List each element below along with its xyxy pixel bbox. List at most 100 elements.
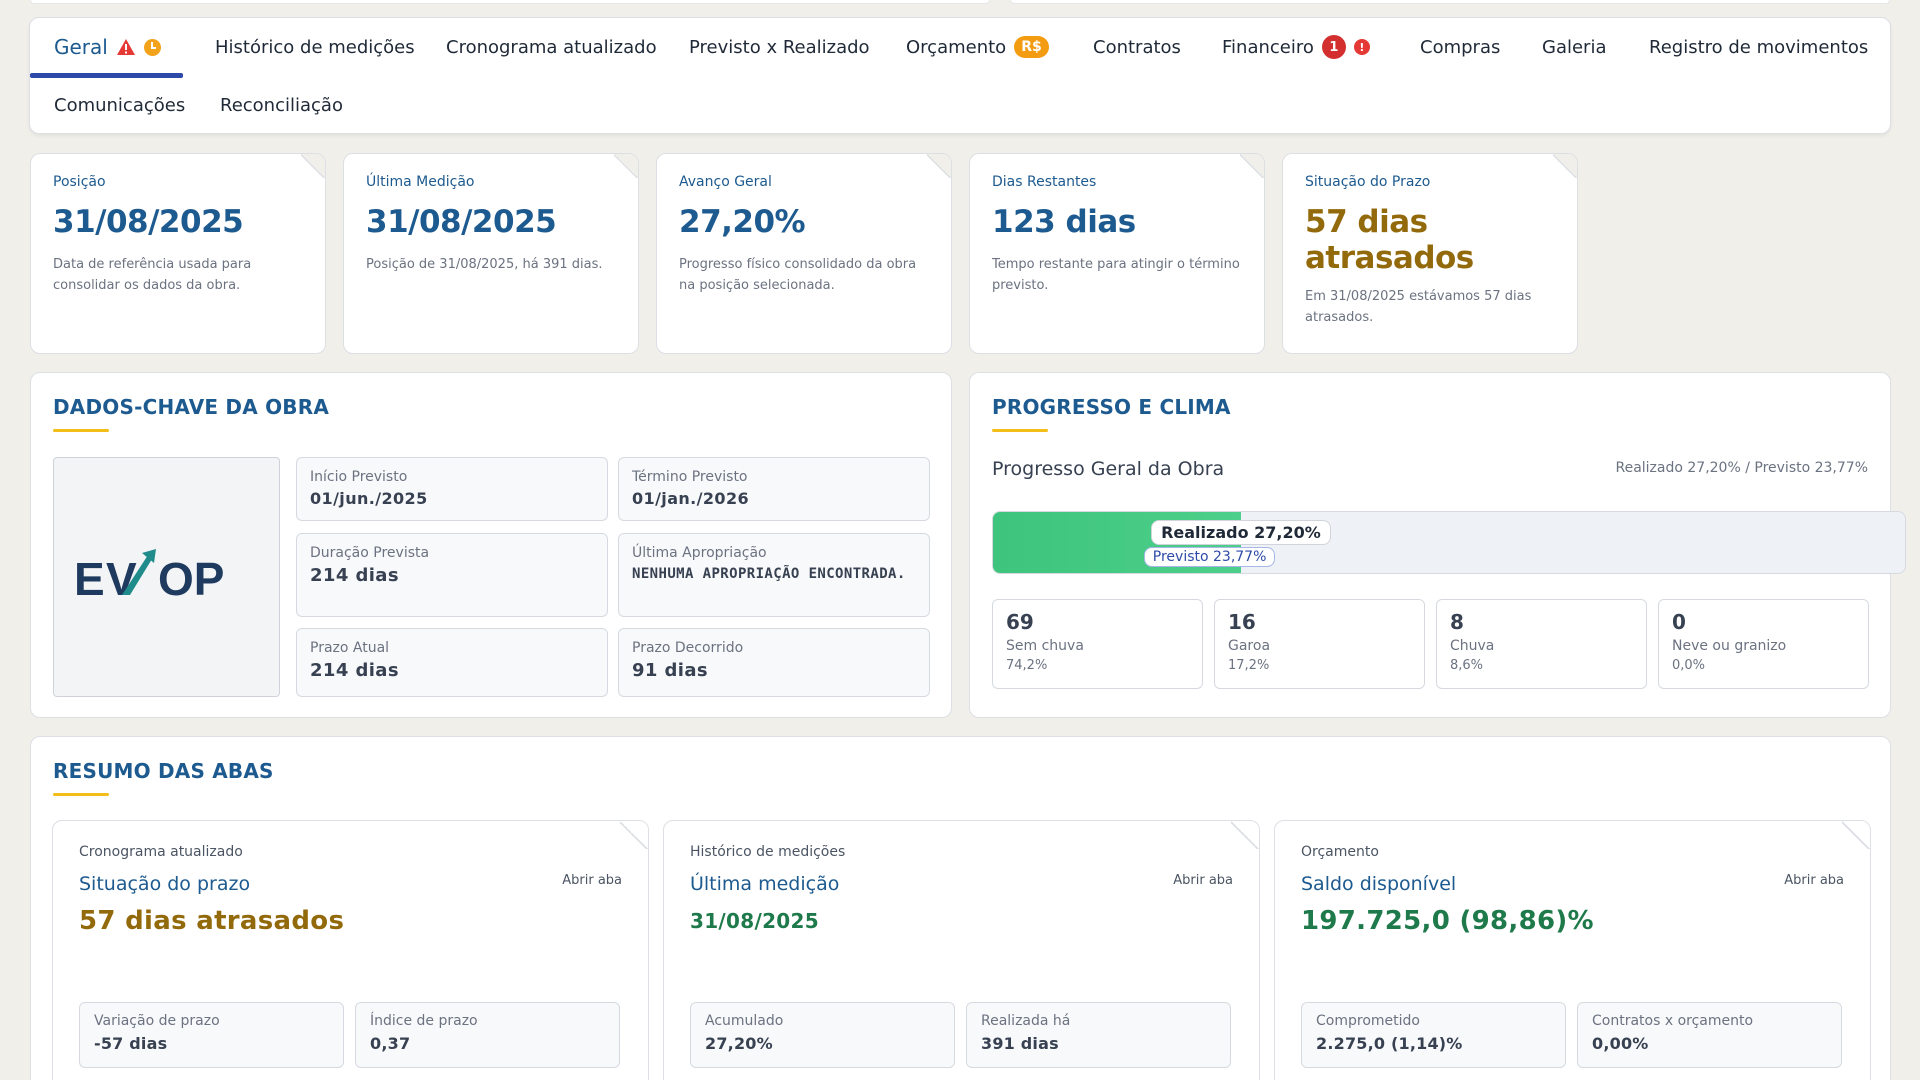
tab-label: Geral: [54, 35, 108, 59]
kpi-value: 123 dias: [992, 204, 1136, 240]
card-title: Saldo disponível: [1301, 873, 1457, 895]
dados-chave-panel: DADOS-CHAVE DA OBRA E V OP EV OP Início P…: [30, 372, 952, 718]
tab-registro-movimentos[interactable]: Registro de movimentos: [1649, 18, 1868, 76]
mini-value: -57 dias: [94, 1034, 168, 1053]
currency-badge: R$: [1014, 36, 1049, 58]
top-card-stub-left: [30, 0, 990, 4]
mini-value: 391 dias: [981, 1034, 1059, 1053]
mini-label: Índice de prazo: [370, 1013, 478, 1029]
mini-label: Comprometido: [1316, 1013, 1420, 1029]
mini-indice-prazo: Índice de prazo 0,37: [355, 1002, 620, 1068]
resumo-card-medicoes[interactable]: Histórico de medições Última medição Abr…: [663, 820, 1260, 1080]
field-value: 01/jun./2025: [310, 489, 428, 508]
mini-label: Variação de prazo: [94, 1013, 220, 1029]
tab-previsto-realizado[interactable]: Previsto x Realizado: [689, 18, 870, 76]
svg-text:OP: OP: [158, 553, 224, 605]
card-title: Última medição: [690, 873, 840, 895]
field-label: Início Previsto: [310, 469, 408, 485]
card-category: Cronograma atualizado: [79, 844, 243, 860]
svg-text:E: E: [74, 553, 104, 605]
alert-icon: !: [1353, 39, 1370, 55]
kpi-value: 27,20%: [679, 204, 806, 240]
field-label: Término Previsto: [632, 469, 748, 485]
tab-cronograma-atualizado[interactable]: Cronograma atualizado: [446, 18, 657, 76]
clima-name: Chuva: [1450, 638, 1495, 654]
panel-title: PROGRESSO E CLIMA: [992, 395, 1231, 419]
field-value: NENHUMA APROPRIAÇÃO ENCONTRADA.: [632, 566, 906, 582]
mini-comprometido: Comprometido 2.275,0 (1,14)%: [1301, 1002, 1566, 1068]
kpi-label: Última Medição: [366, 174, 475, 190]
clima-chuva: 8 Chuva 8,6%: [1436, 599, 1647, 689]
title-underline: [53, 793, 109, 796]
kpi-label: Avanço Geral: [679, 174, 772, 190]
clima-neve-granizo: 0 Neve ou granizo 0,0%: [1658, 599, 1869, 689]
kpi-description: Tempo restante para atingir o término pr…: [992, 257, 1240, 293]
mini-value: 0,00%: [1592, 1034, 1649, 1053]
panel-title: DADOS-CHAVE DA OBRA: [53, 395, 329, 419]
kpi-description: Data de referência usada para consolidar…: [53, 257, 252, 293]
tab-label: Financeiro: [1222, 36, 1314, 58]
mini-label: Realizada há: [981, 1013, 1071, 1029]
clima-count: 69: [1006, 610, 1034, 634]
tab-label: Cronograma atualizado: [446, 36, 657, 58]
clima-percent: 17,2%: [1228, 658, 1270, 673]
tab-label: Orçamento: [906, 36, 1007, 58]
kpi-card-posicao: Posição 31/08/2025 Data de referência us…: [30, 153, 326, 354]
field-label: Última Apropriação: [632, 545, 767, 561]
notification-count-badge: 1: [1321, 35, 1346, 59]
card-value: 197.725,0 (98,86)%: [1301, 906, 1594, 936]
kpi-card-avanco-geral: Avanço Geral 27,20% Progresso físico con…: [656, 153, 952, 354]
tab-label: Galeria: [1542, 36, 1607, 58]
evop-logo: E V OP: [74, 549, 224, 605]
kpi-label: Dias Restantes: [992, 174, 1097, 190]
clima-count: 8: [1450, 610, 1464, 634]
clima-name: Garoa: [1228, 638, 1271, 654]
resumo-card-cronograma[interactable]: Cronograma atualizado Situação do prazo …: [52, 820, 649, 1080]
kpi-description: Em 31/08/2025 estávamos 57 dias atrasado…: [1305, 289, 1532, 325]
company-logo: E V OP EV OP: [53, 457, 280, 697]
mini-acumulado: Acumulado 27,20%: [690, 1002, 955, 1068]
open-tab-link[interactable]: Abrir aba: [562, 873, 622, 888]
tab-geral[interactable]: Geral: [30, 18, 183, 78]
tab-reconciliacao[interactable]: Reconciliação: [220, 76, 343, 134]
clock-icon: [143, 38, 161, 56]
clima-name: Neve ou granizo: [1672, 638, 1787, 654]
mini-label: Acumulado: [705, 1013, 784, 1029]
clima-count: 0: [1672, 610, 1686, 634]
mini-realizada-ha: Realizada há 391 dias: [966, 1002, 1231, 1068]
clima-percent: 0,0%: [1672, 658, 1706, 673]
tab-galeria[interactable]: Galeria: [1542, 18, 1607, 76]
title-underline: [992, 429, 1048, 432]
tab-orcamento[interactable]: Orçamento R$: [906, 18, 1049, 76]
card-category: Orçamento: [1301, 844, 1379, 860]
open-tab-link[interactable]: Abrir aba: [1173, 873, 1233, 888]
tab-contratos[interactable]: Contratos: [1093, 18, 1181, 76]
tab-comunicacoes[interactable]: Comunicações: [54, 76, 185, 134]
clima-count: 16: [1228, 610, 1256, 634]
kpi-label: Posição: [53, 174, 106, 190]
tab-financeiro[interactable]: Financeiro 1 !: [1222, 18, 1370, 76]
field-duracao-prevista: Duração Prevista 214 dias: [296, 533, 608, 617]
title-underline: [53, 429, 109, 432]
field-value: 214 dias: [310, 565, 399, 586]
tab-compras[interactable]: Compras: [1420, 18, 1500, 76]
mini-value: 2.275,0 (1,14)%: [1316, 1034, 1463, 1053]
tab-historico-medicoes[interactable]: Histórico de medições: [215, 18, 415, 76]
clima-garoa: 16 Garoa 17,2%: [1214, 599, 1425, 689]
clima-name: Sem chuva: [1006, 638, 1084, 654]
kpi-value: 57 dias atrasados: [1305, 204, 1474, 276]
card-value: 31/08/2025: [690, 909, 819, 933]
tab-label: Previsto x Realizado: [689, 36, 870, 58]
card-category: Histórico de medições: [690, 844, 846, 860]
mini-value: 27,20%: [705, 1034, 773, 1053]
field-label: Duração Prevista: [310, 545, 430, 561]
field-prazo-decorrido: Prazo Decorrido 91 dias: [618, 628, 930, 697]
kpi-card-ultima-medicao: Última Medição 31/08/2025 Posição de 31/…: [343, 153, 639, 354]
mini-label: Contratos x orçamento: [1592, 1013, 1754, 1029]
field-label: Prazo Decorrido: [632, 640, 744, 656]
kpi-card-dias-restantes: Dias Restantes 123 dias Tempo restante p…: [969, 153, 1265, 354]
kpi-card-situacao-prazo: Situação do Prazo 57 dias atrasados Em 3…: [1282, 153, 1578, 354]
open-tab-link[interactable]: Abrir aba: [1784, 873, 1844, 888]
resumo-card-orcamento[interactable]: Orçamento Saldo disponível Abrir aba 197…: [1274, 820, 1871, 1080]
mini-variacao-prazo: Variação de prazo -57 dias: [79, 1002, 344, 1068]
